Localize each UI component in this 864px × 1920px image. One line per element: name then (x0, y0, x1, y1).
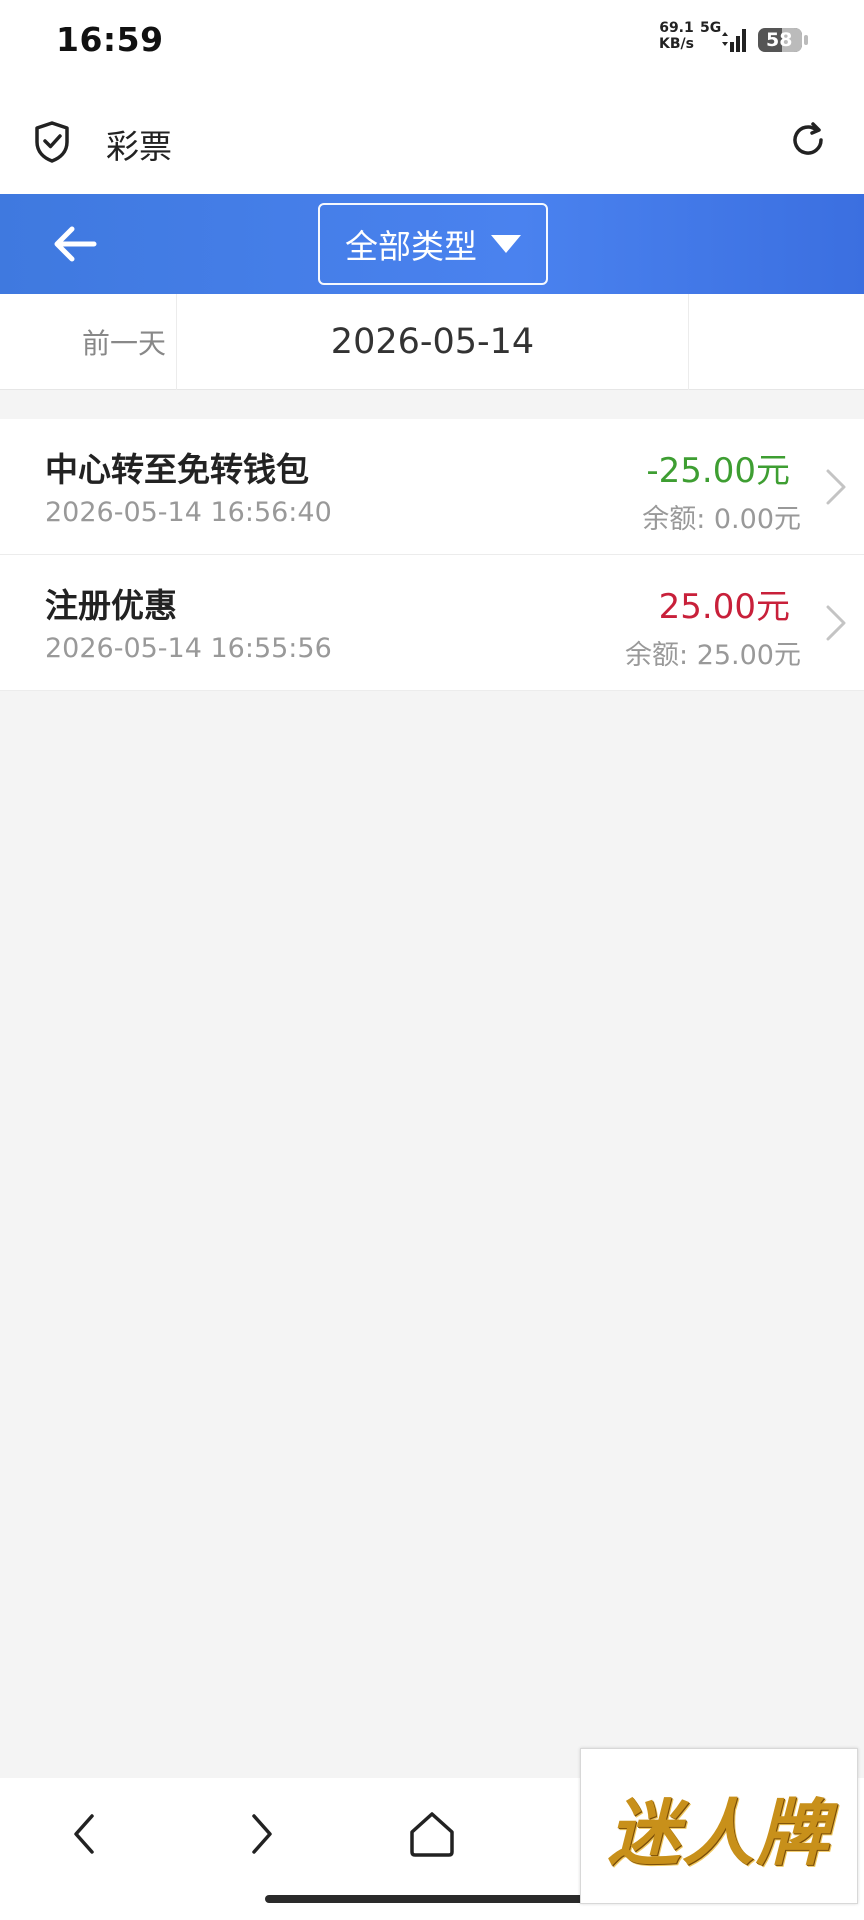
chevron-right-icon (826, 469, 846, 505)
transaction-balance: 余额: 0.00元 (642, 504, 801, 535)
battery-icon: 58 (758, 28, 808, 52)
status-time: 16:59 (56, 20, 164, 59)
transaction-balance: 余额: 25.00元 (625, 640, 801, 671)
battery-level: 58 (766, 29, 793, 51)
caret-down-icon (491, 235, 521, 253)
back-nav-icon[interactable] (58, 1806, 114, 1862)
watermark-logo: 迷人牌 (580, 1748, 858, 1904)
transaction-row[interactable]: 注册优惠 2026-05-14 16:55:56 25.00元 余额: 25.0… (0, 555, 864, 691)
status-bar: 16:59 69.1 KB/s 5G 58 (0, 0, 864, 80)
transaction-title: 注册优惠 (45, 586, 177, 625)
next-day-button[interactable] (689, 294, 864, 390)
browser-header: 彩票 (0, 80, 864, 194)
shield-check-icon[interactable] (32, 120, 72, 164)
page-title: 彩票 (106, 127, 172, 166)
transaction-time: 2026-05-14 16:56:40 (45, 497, 332, 528)
refresh-icon[interactable] (788, 120, 828, 160)
network-speed: 69.1 KB/s (659, 20, 694, 52)
chevron-right-icon (826, 605, 846, 641)
network-speed-unit: KB/s (659, 36, 694, 52)
type-filter-dropdown[interactable]: 全部类型 (318, 203, 548, 285)
app-bar: 全部类型 (0, 194, 864, 294)
home-indicator[interactable] (265, 1895, 598, 1903)
network-speed-value: 69.1 (659, 20, 694, 36)
previous-day-button[interactable]: 前一天 (0, 294, 177, 390)
transaction-time: 2026-05-14 16:55:56 (45, 633, 332, 664)
current-date[interactable]: 2026-05-14 (177, 294, 689, 390)
transaction-amount: 25.00元 (658, 587, 790, 627)
watermark-text: 迷人牌 (607, 1789, 830, 1875)
signal-icon (722, 29, 746, 52)
forward-nav-icon[interactable] (232, 1806, 288, 1862)
date-navigation: 前一天 2026-05-14 (0, 294, 864, 390)
type-filter-label: 全部类型 (345, 227, 477, 266)
home-nav-icon[interactable] (404, 1806, 460, 1862)
transaction-row[interactable]: 中心转至免转钱包 2026-05-14 16:56:40 -25.00元 余额:… (0, 419, 864, 555)
network-type: 5G (700, 20, 722, 36)
transaction-list: 中心转至免转钱包 2026-05-14 16:56:40 -25.00元 余额:… (0, 419, 864, 691)
back-arrow-icon[interactable] (52, 222, 98, 266)
transaction-amount: -25.00元 (646, 451, 790, 491)
transaction-title: 中心转至免转钱包 (45, 450, 309, 489)
